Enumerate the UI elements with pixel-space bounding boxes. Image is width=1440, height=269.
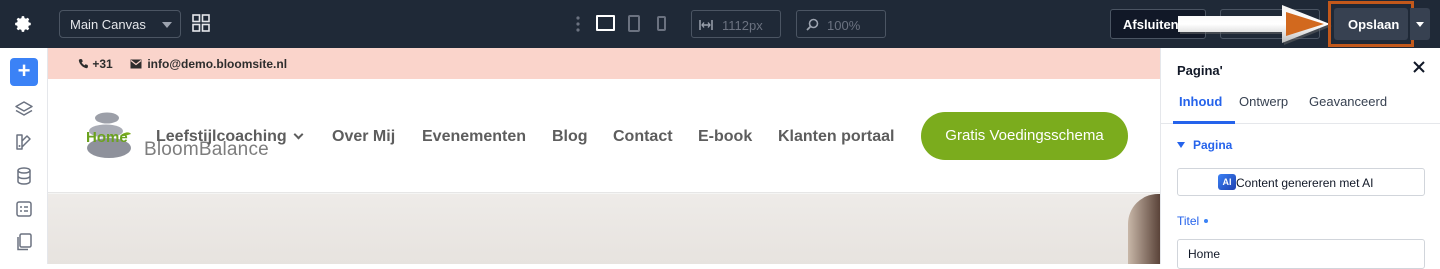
required-dot-icon <box>1204 219 1209 223</box>
grid-icon[interactable] <box>192 14 210 32</box>
desktop-icon[interactable] <box>596 15 615 31</box>
zoom-input[interactable]: 100% <box>796 10 886 38</box>
nav-item-blog[interactable]: Blog <box>552 128 588 146</box>
nav-item-label: Leefstijlcoaching <box>156 128 287 145</box>
palette-icon[interactable] <box>14 132 34 152</box>
ai-icon: AI <box>1218 174 1236 190</box>
panel-title: Pagina' <box>1177 63 1223 78</box>
gear-icon[interactable] <box>12 12 36 36</box>
nav-item-klanten-portaal[interactable]: Klanten portaal <box>778 128 894 146</box>
logo-home-text: Home <box>86 129 128 146</box>
cta-button[interactable]: Gratis Voedingsschema <box>921 112 1128 160</box>
caret-down-icon <box>162 22 172 28</box>
ai-button-label: Content genereren met AI <box>1236 176 1374 190</box>
save-button[interactable]: Opslaan <box>1334 8 1408 40</box>
nav-item-contact[interactable]: Contact <box>613 128 673 146</box>
mail-icon <box>130 59 142 69</box>
nav-item-evenementen[interactable]: Evenementen <box>422 128 526 146</box>
page-canvas[interactable]: +31 info@demo.bloomsite.nl Home BloomBal… <box>48 48 1160 264</box>
site-email[interactable]: info@demo.bloomsite.nl <box>130 57 287 71</box>
phone-icon <box>78 59 88 69</box>
title-field-label: Titel <box>1177 214 1209 228</box>
form-icon[interactable] <box>14 199 34 219</box>
site-email-text: info@demo.bloomsite.nl <box>147 57 288 71</box>
generate-ai-content-button[interactable]: AI Content genereren met AI <box>1177 168 1425 196</box>
database-icon[interactable] <box>14 166 34 186</box>
canvas-select-label: Main Canvas <box>70 17 146 32</box>
chevron-down-icon <box>293 129 304 140</box>
caret-down-icon <box>1177 142 1185 148</box>
title-label-text: Titel <box>1177 214 1200 228</box>
section-title: Pagina <box>1193 138 1233 152</box>
site-navbar: Home BloomBalance Leefstijlcoaching Over… <box>48 79 1160 193</box>
close-icon[interactable] <box>1411 59 1427 75</box>
panel-tabs: Inhoud Ontwerp Geavanceerd <box>1161 94 1440 124</box>
title-input[interactable]: Home <box>1177 239 1425 269</box>
more-vertical-icon[interactable] <box>575 15 581 33</box>
width-arrows-icon <box>699 20 713 30</box>
width-input[interactable]: 1112px <box>691 10 781 38</box>
layers-icon[interactable] <box>14 100 34 120</box>
left-sidebar: + <box>0 48 48 264</box>
nav-item-leefstijlcoaching[interactable]: Leefstijlcoaching <box>156 128 304 146</box>
width-value: 1112px <box>722 18 763 33</box>
site-info-bar: +31 info@demo.bloomsite.nl <box>48 48 1160 79</box>
tablet-icon[interactable] <box>628 15 640 32</box>
caret-down-icon <box>1416 22 1424 27</box>
save-options-button[interactable] <box>1410 8 1430 40</box>
tab-geavanceerd[interactable]: Geavanceerd <box>1309 94 1387 109</box>
top-toolbar: Main Canvas 1112px 100% Afsluiten Voorbe… <box>0 0 1440 48</box>
section-pagina[interactable]: Pagina <box>1177 138 1232 152</box>
canvas-select[interactable]: Main Canvas <box>59 10 181 38</box>
mobile-icon[interactable] <box>657 16 666 31</box>
tab-inhoud[interactable]: Inhoud <box>1179 94 1222 109</box>
zoom-value: 100% <box>827 18 861 33</box>
site-phone-text: +31 <box>92 57 113 71</box>
hero-image <box>48 194 1160 264</box>
arrow-annotation-icon <box>1178 5 1332 45</box>
properties-panel: Pagina' Inhoud Ontwerp Geavanceerd Pagin… <box>1160 48 1440 269</box>
nav-item-over-mij[interactable]: Over Mij <box>332 128 395 146</box>
add-element-button[interactable]: + <box>10 58 38 86</box>
tab-ontwerp[interactable]: Ontwerp <box>1239 94 1288 109</box>
pages-icon[interactable] <box>14 232 34 252</box>
zoom-icon <box>806 18 819 31</box>
active-tab-indicator <box>1173 121 1235 124</box>
nav-item-ebook[interactable]: E-book <box>698 128 752 146</box>
site-phone[interactable]: +31 <box>78 57 113 71</box>
